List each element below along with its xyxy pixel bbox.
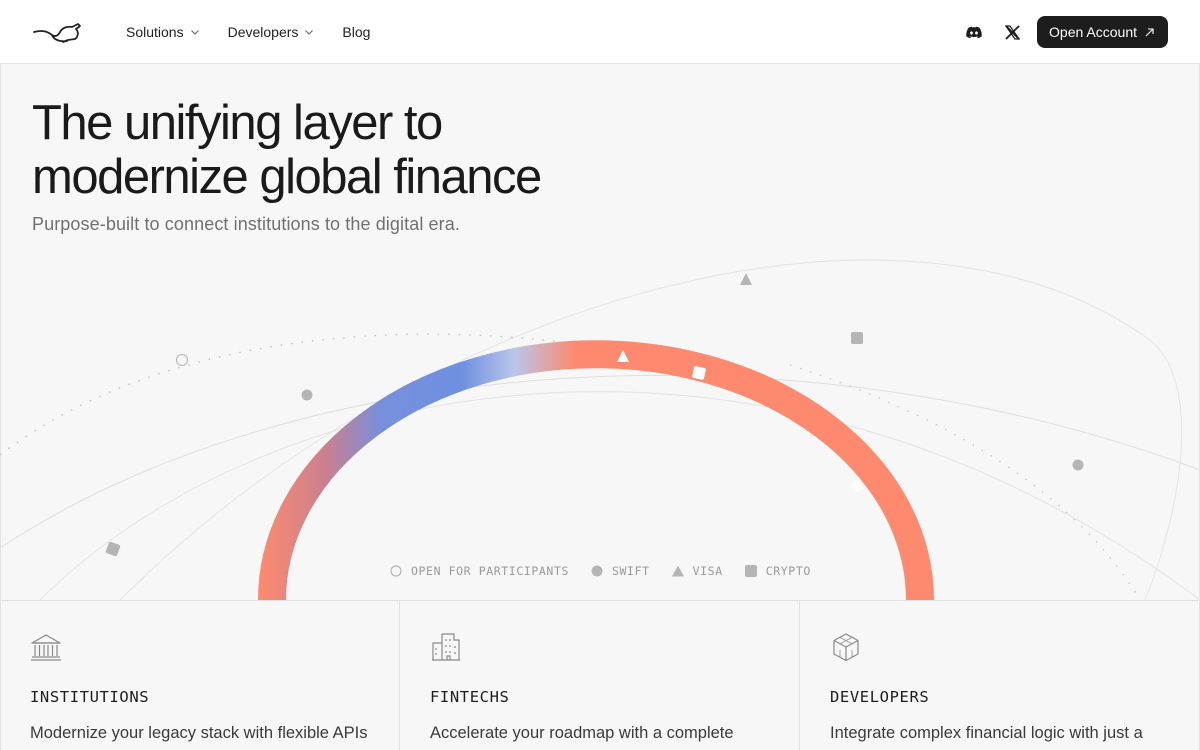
arrow-up-right-icon	[1145, 27, 1154, 36]
swift-node	[301, 389, 313, 401]
nav-links: Solutions Developers Blog	[126, 0, 370, 64]
card-description: Modernize your legacy stack with flexibl…	[30, 724, 368, 742]
card-title: INSTITUTIONS	[30, 688, 150, 706]
top-navigation: Solutions Developers Blog Open Account	[0, 0, 1200, 64]
orbit-line	[0, 374, 1200, 549]
nav-developers[interactable]: Developers	[228, 24, 315, 40]
open-account-button[interactable]: Open Account	[1037, 16, 1168, 48]
card-developers[interactable]: DEVELOPERS Integrate complex financial l…	[800, 601, 1200, 750]
crypto-node-on-ring	[692, 366, 706, 380]
nav-solutions[interactable]: Solutions	[126, 24, 200, 40]
legend-label: SWIFT	[612, 564, 650, 578]
visa-node	[740, 273, 752, 285]
chevron-down-icon	[190, 30, 199, 35]
card-title: DEVELOPERS	[830, 688, 930, 706]
bank-icon	[31, 634, 61, 661]
legend-item: OPEN FOR PARTICIPANTS	[390, 564, 569, 578]
kangaroo-logo-icon[interactable]	[32, 18, 84, 46]
nav-actions: Open Account	[963, 16, 1168, 48]
network-illustration	[0, 259, 1200, 600]
card-description: Integrate complex financial logic with j…	[830, 724, 1143, 742]
orbit-line-dotted	[0, 333, 561, 456]
network-legend: OPEN FOR PARTICIPANTS SWIFT VISA CRYPTO	[390, 563, 833, 579]
nav-blog[interactable]: Blog	[342, 24, 370, 40]
card-institutions[interactable]: INSTITUTIONS Modernize your legacy stack…	[0, 601, 400, 750]
buildings-icon	[432, 633, 460, 661]
nav-developers-label: Developers	[227, 24, 299, 40]
legend-item: SWIFT	[591, 564, 650, 578]
discord-icon[interactable]	[963, 21, 985, 43]
nav-solutions-label: Solutions	[126, 24, 184, 40]
square-icon	[744, 565, 757, 577]
legend-label: OPEN FOR PARTICIPANTS	[411, 564, 569, 578]
chevron-down-icon	[305, 30, 314, 35]
card-description: Accelerate your roadmap with a complete …	[430, 724, 734, 742]
legend-label: VISA	[692, 564, 723, 578]
swift-node	[1072, 459, 1084, 471]
crypto-node	[851, 332, 863, 344]
crypto-node	[105, 541, 121, 557]
card-fintechs[interactable]: FINTECHS Accelerate your roadmap with a …	[400, 601, 800, 750]
audience-cards: INSTITUTIONS Modernize your legacy stack…	[0, 600, 1200, 750]
circle-filled-icon	[591, 565, 603, 577]
legend-item: CRYPTO	[744, 564, 811, 578]
card-title: FINTECHS	[430, 688, 510, 706]
circle-outline-icon	[390, 565, 402, 577]
orbit-line-dotted	[789, 364, 1141, 600]
legend-label: CRYPTO	[765, 564, 811, 578]
legend-item: VISA	[671, 564, 723, 578]
swift-node-on-ring	[851, 480, 863, 492]
open-account-label: Open Account	[1049, 24, 1137, 40]
nav-blog-label: Blog	[342, 24, 371, 40]
cube-icon	[833, 633, 859, 662]
triangle-icon	[671, 565, 684, 577]
x-icon[interactable]	[1001, 21, 1023, 43]
participant-node	[175, 353, 189, 367]
